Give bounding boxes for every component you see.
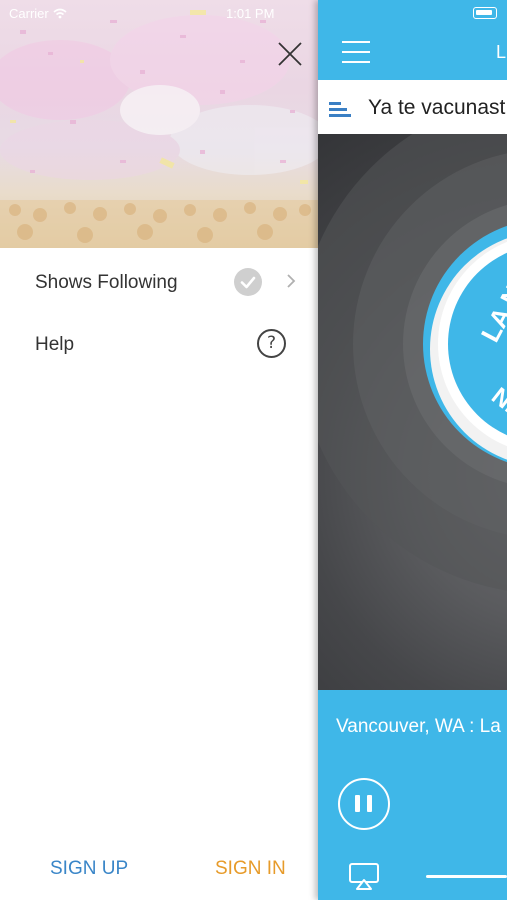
volume-slider[interactable] <box>426 875 507 878</box>
menu-item-label: Shows Following <box>35 272 178 293</box>
pause-button[interactable] <box>338 778 390 830</box>
side-drawer: Carrier 1:01 PM Shows Following Help ? S… <box>0 0 318 900</box>
now-playing-title: Ya te vacunast <box>368 96 506 119</box>
drawer-header-image: Carrier 1:01 PM <box>0 0 318 248</box>
question-circle-icon: ? <box>257 329 286 358</box>
menu-item-help[interactable]: Help ? <box>0 316 318 372</box>
menu-item-label: Help <box>35 334 75 355</box>
station-location: Vancouver, WA : La <box>336 716 501 737</box>
station-title: L <box>496 42 507 62</box>
sign-up-button[interactable]: SIGN UP <box>50 858 128 880</box>
status-carrier: Carrier <box>9 6 67 21</box>
hamburger-menu-icon[interactable] <box>342 41 370 63</box>
wifi-icon <box>53 8 67 19</box>
station-logo-graphic: LA N NE <box>318 134 507 591</box>
player-panel: L Ya te vacunast LA N NE Vancouver, WA :… <box>318 0 507 900</box>
chevron-right-icon <box>287 274 296 288</box>
carrier-label: Carrier <box>9 6 49 21</box>
battery-icon <box>473 7 497 19</box>
close-icon[interactable] <box>274 38 306 70</box>
sign-in-button[interactable]: SIGN IN <box>215 858 286 880</box>
status-time: 1:01 PM <box>226 6 275 21</box>
menu-item-shows-following[interactable]: Shows Following <box>0 255 318 311</box>
station-artwork: LA N NE <box>318 134 507 690</box>
concert-confetti-image <box>0 10 318 248</box>
airplay-icon[interactable] <box>348 862 380 890</box>
equalizer-icon <box>329 102 351 117</box>
check-circle-icon <box>234 268 262 296</box>
